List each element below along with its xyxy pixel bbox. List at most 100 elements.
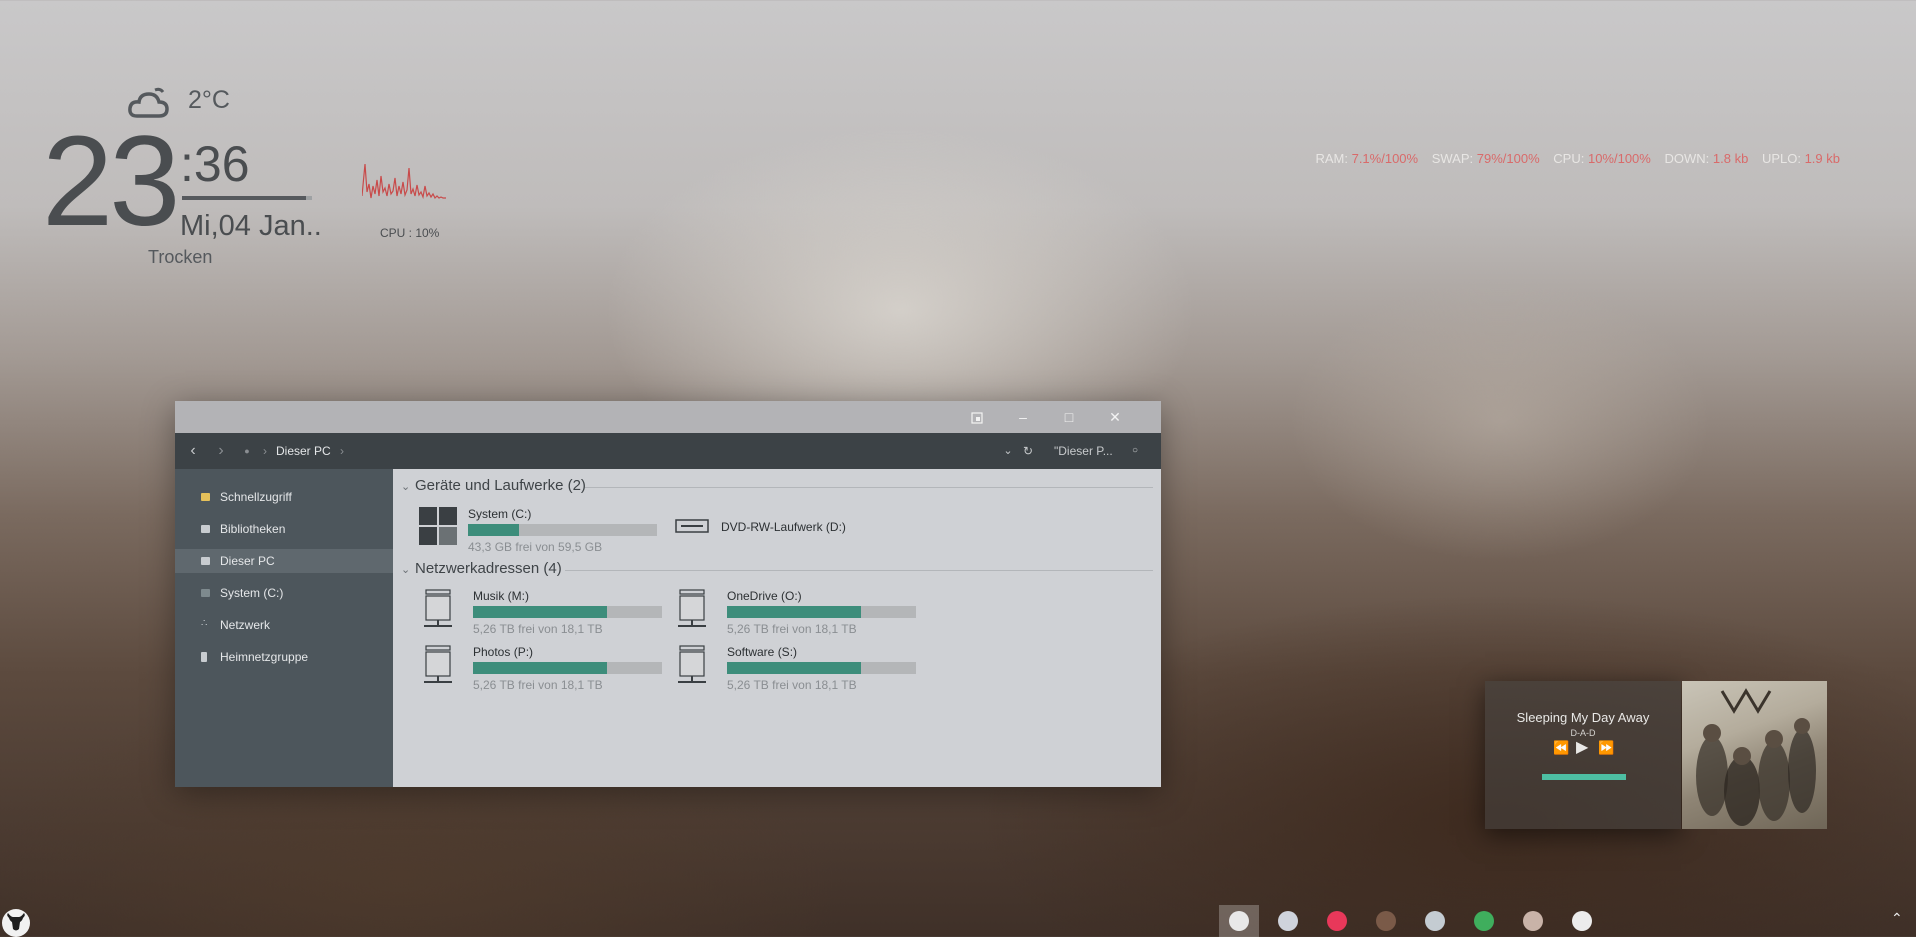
drive-onedrive[interactable]: OneDrive (O:) 5,26 TB frei von 18,1 TB	[678, 589, 916, 636]
breadcrumb[interactable]: Dieser PC ›	[276, 433, 344, 469]
sidebar-item-label: Schnellzugriff	[220, 490, 292, 504]
minimize-button[interactable]: –	[1000, 401, 1046, 433]
network-drive-icon	[424, 645, 452, 683]
drive-usage-bar	[727, 606, 916, 618]
taskbar-app-2[interactable]	[1268, 905, 1308, 937]
drive-name: Software (S:)	[727, 645, 798, 659]
chevron-down-icon[interactable]: ⌄	[401, 477, 415, 497]
itunes-icon	[1327, 911, 1347, 931]
breadcrumb-separator-icon: ›	[263, 444, 267, 458]
library-icon	[201, 525, 210, 533]
drive-usage-fill	[473, 662, 608, 674]
network-drive-icon	[678, 645, 706, 683]
navigation-pane: Schnellzugriff Bibliotheken Dieser PC Sy…	[175, 469, 393, 787]
sidebar-item-label: Dieser PC	[220, 554, 275, 568]
group-title: Geräte und Laufwerke (2)	[415, 477, 586, 494]
search-input[interactable]: "Dieser P...	[1054, 433, 1113, 469]
title-bar[interactable]: – □ ✕	[175, 401, 1161, 433]
drive-usage-bar	[468, 524, 657, 536]
network-icon: ∴	[201, 618, 208, 629]
refresh-icon[interactable]: ↻	[1021, 433, 1035, 469]
start-button[interactable]	[2, 909, 30, 937]
stormtrooper-icon	[1572, 911, 1592, 931]
windows-drive-icon	[419, 507, 457, 545]
drive-dvd[interactable]: DVD-RW-Laufwerk (D:)	[675, 507, 905, 553]
clock-minute: :36	[180, 136, 250, 192]
sidebar-item-libraries[interactable]: Bibliotheken	[175, 517, 393, 541]
drive-usage-bar	[473, 606, 662, 618]
close-button[interactable]: ✕	[1092, 401, 1138, 433]
drive-software[interactable]: Software (S:) 5,26 TB frei von 18,1 TB	[678, 645, 916, 692]
computer-icon	[201, 557, 210, 565]
drive-name: Photos (P:)	[473, 645, 534, 659]
avatar-icon	[1376, 911, 1396, 931]
sidebar-item-this-pc[interactable]: Dieser PC	[175, 549, 393, 573]
play-icon[interactable]: ▶	[1576, 737, 1588, 757]
system-stats: RAM: 7.1%/100% SWAP: 79%/100% CPU: 10%/1…	[1315, 151, 1840, 166]
song-title: Sleeping My Day Away	[1516, 710, 1650, 725]
swap-value: 79%/100%	[1476, 151, 1540, 166]
drive-space-info: 5,26 TB frei von 18,1 TB	[473, 622, 603, 636]
star-icon	[201, 493, 210, 501]
content-area: ⌄ Geräte und Laufwerke (2) System (C:) 43…	[393, 469, 1161, 787]
network-drive-icon	[678, 589, 706, 627]
seconds-bar-end	[306, 196, 312, 200]
sidebar-item-homegroup[interactable]: Heimnetzgruppe	[175, 645, 393, 669]
playback-progress[interactable]	[1542, 774, 1626, 780]
sidebar-item-network[interactable]: ∴ Netzwerk	[175, 613, 393, 637]
group-divider	[585, 487, 1153, 488]
taskbar-bird[interactable]	[1415, 905, 1455, 937]
recent-icon[interactable]: ●	[241, 433, 253, 469]
file-explorer-window: – □ ✕ ‹ › ● › Dieser PC › ⌄ ↻ "Dieser P.…	[175, 401, 1161, 787]
chevron-down-icon[interactable]: ⌄	[1001, 433, 1015, 469]
drive-space-info: 5,26 TB frei von 18,1 TB	[727, 678, 857, 692]
taskbar-avatar[interactable]	[1366, 905, 1406, 937]
sidebar-item-label: System (C:)	[220, 586, 284, 600]
drive-usage-bar	[473, 662, 662, 674]
app-icon-2	[1278, 911, 1298, 931]
ram-label: RAM:	[1315, 151, 1348, 166]
group-header-devices[interactable]: ⌄ Geräte und Laufwerke (2)	[401, 476, 586, 496]
chevron-down-icon[interactable]: ⌄	[401, 560, 415, 580]
properties-icon[interactable]	[954, 401, 1000, 433]
drive-system[interactable]: System (C:) 43,3 GB frei von 59,5 GB	[419, 507, 657, 554]
upload-label: UPLO:	[1761, 151, 1801, 166]
down-label: DOWN:	[1664, 151, 1710, 166]
taskbar-app-1[interactable]	[1219, 905, 1259, 937]
previous-icon[interactable]: ⏪	[1553, 740, 1569, 756]
cpu-graph	[362, 163, 446, 200]
forward-icon[interactable]: ›	[211, 433, 231, 469]
next-icon[interactable]: ⏩	[1598, 740, 1614, 756]
homegroup-icon	[201, 652, 207, 662]
back-icon[interactable]: ‹	[183, 433, 203, 469]
swap-label: SWAP:	[1431, 151, 1474, 166]
clock-hour: 23	[42, 110, 180, 253]
search-icon[interactable]: ○	[1129, 433, 1141, 469]
chevron-up-icon[interactable]: ⌃	[1891, 910, 1903, 927]
group-header-network[interactable]: ⌄ Netzwerkadressen (4)	[401, 559, 562, 579]
upload-value: 1.9 kb	[1804, 151, 1840, 166]
drive-name: Musik (M:)	[473, 589, 529, 603]
sidebar-item-label: Netzwerk	[220, 618, 271, 632]
character-icon	[1523, 911, 1543, 931]
seconds-bar	[182, 196, 310, 200]
drive-usage-fill	[727, 662, 862, 674]
sidebar-item-quick-access[interactable]: Schnellzugriff	[175, 485, 393, 509]
music-player-widget: Sleeping My Day Away D-A-D ⏪ ▶ ⏩	[1485, 681, 1827, 829]
cpu-label: CPU : 10%	[380, 226, 440, 240]
ram-value: 7.1%/100%	[1351, 151, 1419, 166]
drive-usage-bar	[727, 662, 916, 674]
taskbar-itunes[interactable]	[1317, 905, 1357, 937]
cpu-stat-label: CPU:	[1553, 151, 1585, 166]
maximize-button[interactable]: □	[1046, 401, 1092, 433]
down-value: 1.8 kb	[1712, 151, 1749, 166]
breadcrumb-item[interactable]: Dieser PC	[276, 444, 331, 458]
drive-name: OneDrive (O:)	[727, 589, 802, 603]
network-drive-icon	[424, 589, 452, 627]
drive-photos[interactable]: Photos (P:) 5,26 TB frei von 18,1 TB	[424, 645, 662, 692]
taskbar-character[interactable]	[1513, 905, 1553, 937]
drive-musik[interactable]: Musik (M:) 5,26 TB frei von 18,1 TB	[424, 589, 662, 636]
taskbar-stormtrooper[interactable]	[1562, 905, 1602, 937]
sidebar-item-system-drive[interactable]: System (C:)	[175, 581, 393, 605]
taskbar-alien[interactable]	[1464, 905, 1504, 937]
